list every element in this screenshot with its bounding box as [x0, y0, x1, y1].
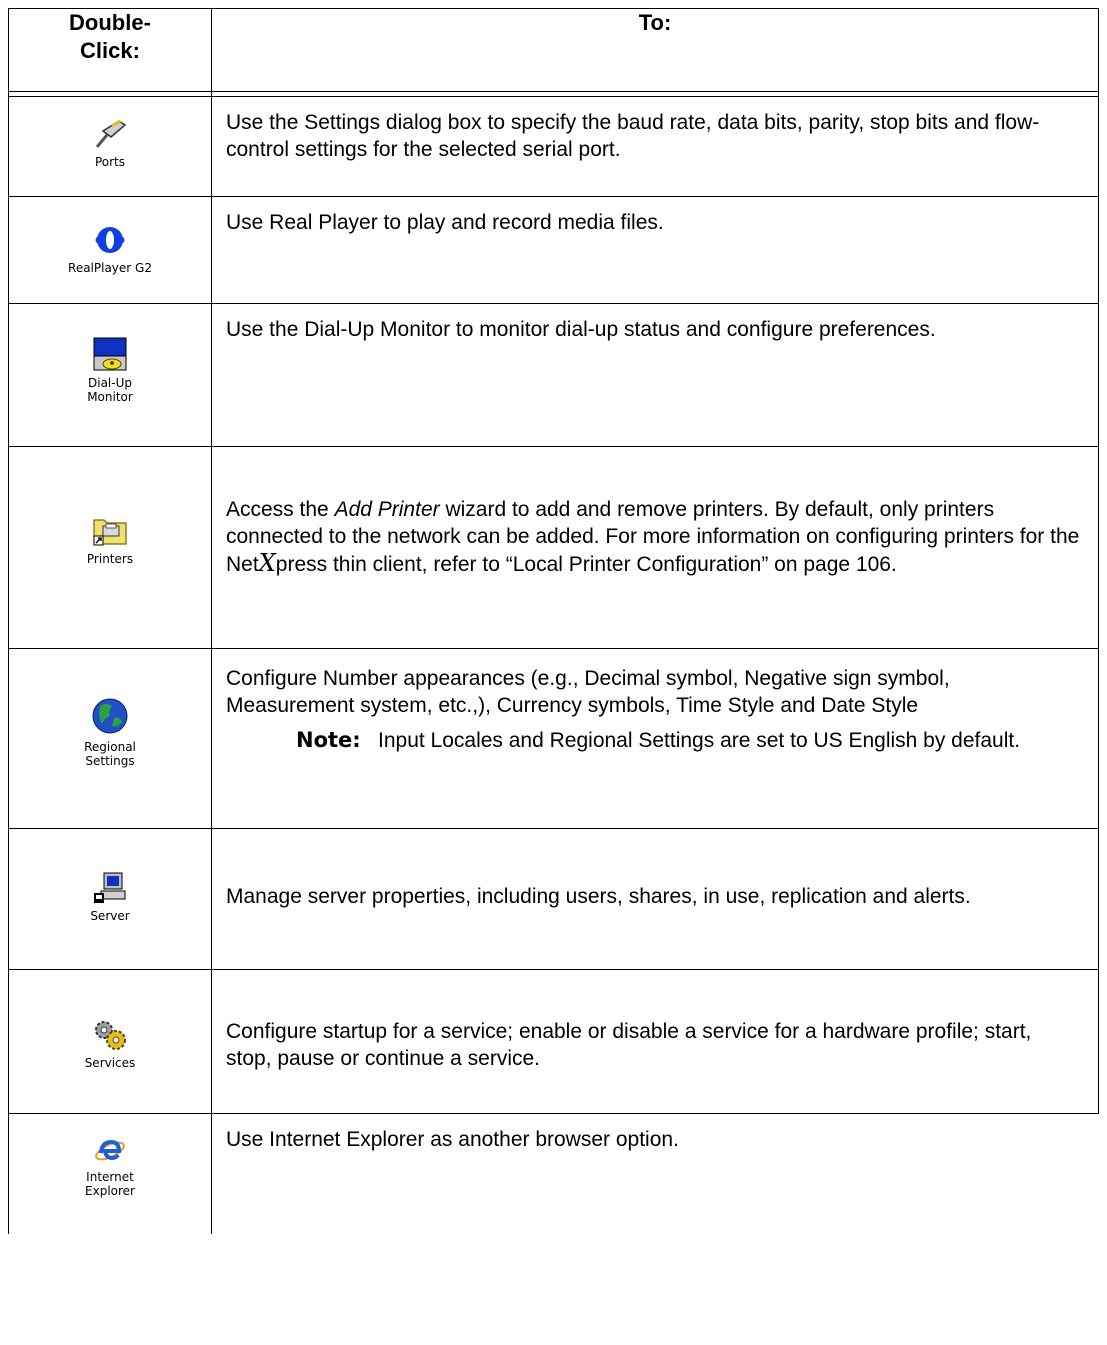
internet-explorer-icon[interactable]: [94, 1136, 126, 1166]
description: Use Internet Explorer as another browser…: [211, 1113, 1099, 1234]
desc-text: Configure Number appearances (e.g., Deci…: [226, 667, 950, 717]
icon-cell: Dial-Up Monitor: [8, 303, 212, 447]
header-to: To:: [211, 8, 1099, 92]
desc-text: Configure startup for a service; enable …: [226, 1019, 1032, 1070]
table-row: RealPlayer G2 Use Real Player to play an…: [8, 196, 1099, 304]
table-row: Server Manage server properties, includi…: [8, 828, 1099, 970]
description: Manage server properties, including user…: [211, 828, 1099, 970]
table-row: Internet Explorer Use Internet Explorer …: [8, 1113, 1099, 1234]
icon-cell: RealPlayer G2: [8, 196, 212, 304]
table-row: Ports Use the Settings dialog box to spe…: [8, 96, 1099, 197]
icon-cell: Ports: [8, 96, 212, 197]
description: Access the Add Printer wizard to add and…: [211, 446, 1099, 649]
icon-label: Services: [84, 1055, 136, 1070]
table-row: Printers Access the Add Printer wizard t…: [8, 446, 1099, 649]
icon-cell: Server: [8, 828, 212, 970]
icon-label: Regional Settings: [84, 739, 136, 768]
icon-cell: Services: [8, 969, 212, 1114]
desc-text: Access the: [226, 497, 335, 521]
control-panel-table: Double- Click: To: Ports Use the Setting…: [8, 8, 1099, 1234]
globe-icon[interactable]: [90, 696, 130, 736]
icon-cell: Regional Settings: [8, 648, 212, 829]
table-row: Services Configure startup for a service…: [8, 969, 1099, 1114]
icon-label: Printers: [86, 551, 134, 566]
note-label: Note:: [296, 728, 361, 752]
note: Note: Input Locales and Regional Setting…: [226, 727, 1082, 754]
icon-cell: Printers: [8, 446, 212, 649]
header-double-click: Double- Click:: [8, 8, 212, 92]
services-gears-icon[interactable]: [92, 1018, 128, 1052]
add-printer-wizard-text: Add Printer: [334, 497, 440, 521]
server-icon[interactable]: [92, 871, 128, 905]
description: Use the Settings dialog box to specify t…: [211, 96, 1099, 197]
description: Use the Dial-Up Monitor to monitor dial-…: [211, 303, 1099, 447]
desc-text: Manage server properties, including user…: [226, 884, 971, 908]
dialup-monitor-icon[interactable]: [92, 336, 128, 372]
realplayer-icon[interactable]: [93, 223, 127, 257]
icon-cell: Internet Explorer: [8, 1113, 212, 1234]
icon-label: Dial-Up Monitor: [87, 376, 133, 404]
table-header-row: Double- Click: To:: [8, 8, 1099, 92]
icon-label: Ports: [94, 155, 126, 169]
ports-icon[interactable]: [93, 117, 127, 151]
table-row: Dial-Up Monitor Use the Dial-Up Monitor …: [8, 303, 1099, 447]
printers-folder-icon[interactable]: [92, 512, 128, 548]
description: Configure Number appearances (e.g., Deci…: [211, 648, 1099, 829]
icon-label: Internet Explorer: [85, 1170, 135, 1198]
icon-label: Server: [90, 909, 130, 923]
icon-label: RealPlayer G2: [68, 261, 152, 275]
table-row: Regional Settings Configure Number appea…: [8, 648, 1099, 829]
note-text: Input Locales and Regional Settings are …: [378, 729, 1021, 752]
netxpress-x-mark: X: [258, 548, 276, 577]
description: Configure startup for a service; enable …: [211, 969, 1099, 1114]
description: Use Real Player to play and record media…: [211, 196, 1099, 304]
desc-text: press thin client, refer to “Local Print…: [275, 552, 897, 576]
